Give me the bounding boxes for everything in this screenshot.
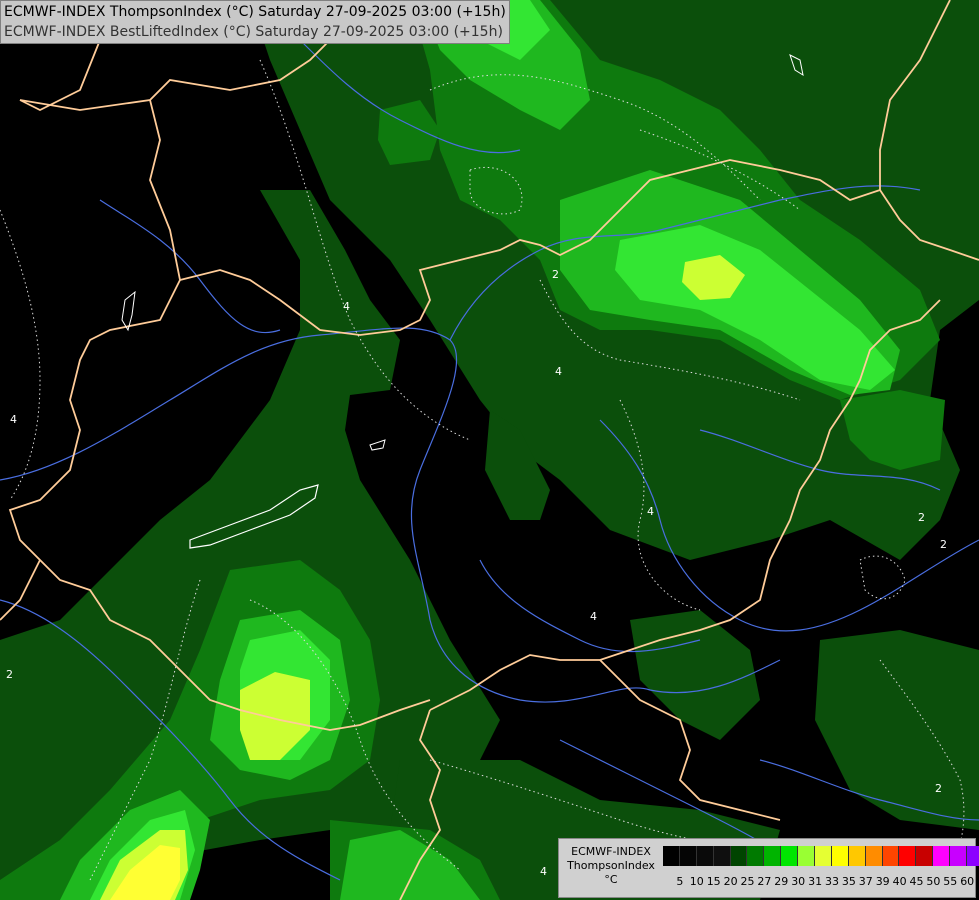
- contour-label: 2: [940, 538, 947, 551]
- legend-tick-label: 39: [875, 875, 890, 888]
- legend-swatch: [815, 846, 832, 866]
- contour-label: 2: [6, 668, 13, 681]
- legend-swatch: [679, 846, 697, 866]
- legend-tick-label: 31: [808, 875, 823, 888]
- legend-tick-label: 37: [858, 875, 873, 888]
- legend-tick-label: 29: [774, 875, 789, 888]
- legend-swatches: [663, 846, 979, 866]
- legend-tick-label: 30: [791, 875, 806, 888]
- weather-map: 4 4 4 4 2 2 2 2 2 4 4: [0, 0, 979, 900]
- legend-swatch: [865, 846, 883, 866]
- legend-title: ECMWF-INDEX ThompsonIndex °C: [559, 845, 663, 887]
- contour-label: 2: [935, 782, 942, 795]
- contour-label: 4: [540, 865, 547, 878]
- legend-swatch: [933, 846, 951, 866]
- legend-tick-label: 27: [757, 875, 772, 888]
- legend-tick-label: 45: [909, 875, 924, 888]
- legend-model: ECMWF-INDEX: [571, 845, 651, 858]
- legend-swatch: [764, 846, 782, 866]
- contour-label: 4: [647, 505, 654, 518]
- header-line-thompson: ECMWF-INDEX ThompsonIndex (°C) Saturday …: [4, 4, 506, 20]
- legend-swatch: [916, 846, 934, 866]
- legend-tick-label: 25: [740, 875, 755, 888]
- legend-tick-label: 10: [689, 875, 704, 888]
- legend-swatch: [730, 846, 748, 866]
- legend-swatch: [663, 846, 680, 866]
- legend-tick-label: 50: [926, 875, 941, 888]
- legend-swatch: [967, 846, 979, 866]
- legend-swatch: [781, 846, 799, 866]
- legend-swatch: [899, 846, 917, 866]
- legend-tick-label: 55: [943, 875, 958, 888]
- color-legend: ECMWF-INDEX ThompsonIndex °C 5 10 15 20 25 27…: [558, 838, 979, 898]
- contour-label: 4: [555, 365, 562, 378]
- legend-tick-label: 5: [676, 875, 684, 888]
- legend-swatch: [747, 846, 765, 866]
- contour-label: 4: [10, 413, 17, 426]
- legend-field: ThompsonIndex: [567, 859, 655, 872]
- header-line-bestlifted: ECMWF-INDEX BestLiftedIndex (°C) Saturda…: [4, 24, 503, 40]
- legend-tick-label: 60: [960, 875, 975, 888]
- legend-swatch: [831, 846, 849, 866]
- legend-tick-label: 20: [723, 875, 738, 888]
- legend-tick-label: 15: [706, 875, 721, 888]
- contour-label: 2: [552, 268, 559, 281]
- contour-label: 2: [918, 511, 925, 524]
- legend-tick-label: 40: [892, 875, 907, 888]
- legend-swatch: [798, 846, 816, 866]
- legend-swatch: [713, 846, 731, 866]
- legend-swatch: [848, 846, 866, 866]
- legend-tick-label: 33: [825, 875, 839, 888]
- contour-label: 4: [590, 610, 597, 623]
- legend-swatch: [950, 846, 968, 866]
- contour-label: 4: [343, 300, 350, 313]
- legend-swatch: [696, 846, 714, 866]
- legend-swatch: [882, 846, 900, 866]
- legend-tick-label: 35: [841, 875, 856, 888]
- legend-unit: °C: [604, 873, 618, 886]
- map-header: ECMWF-INDEX ThompsonIndex (°C) Saturday …: [0, 0, 510, 44]
